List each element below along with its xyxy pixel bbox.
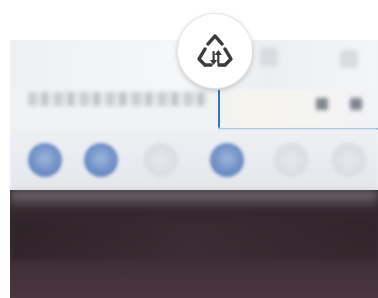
toolbar-button[interactable] [332, 143, 366, 177]
blurred-chip [260, 48, 278, 66]
toolbar-button[interactable] [84, 143, 118, 177]
blurred-toolbar [10, 128, 378, 190]
blurred-chip [340, 50, 358, 68]
toolbar-button[interactable] [28, 143, 62, 177]
blurred-control[interactable] [316, 98, 328, 110]
toolbar-button[interactable] [144, 143, 178, 177]
recycle-sync-icon [197, 34, 233, 67]
selection-frame [218, 90, 378, 130]
blurred-control[interactable] [350, 98, 362, 110]
dark-content-band [10, 220, 378, 260]
recycle-sync-badge[interactable] [178, 14, 252, 88]
blurred-title-text [28, 92, 208, 106]
toolbar-button[interactable] [274, 143, 308, 177]
toolbar-button[interactable] [210, 143, 244, 177]
